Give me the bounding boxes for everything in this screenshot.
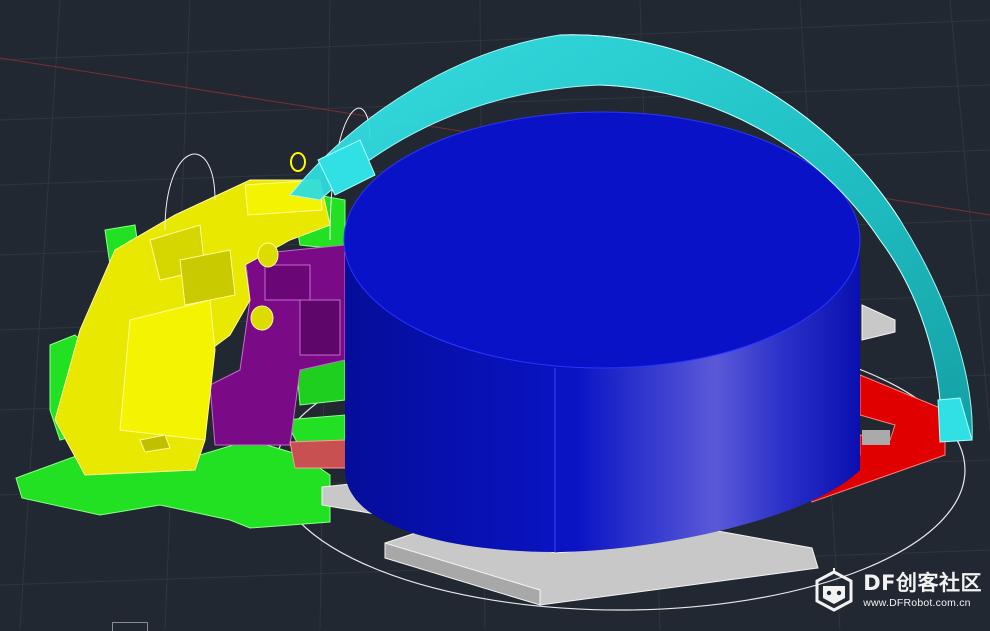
model-viewport[interactable] bbox=[0, 0, 990, 630]
watermark: DF创客社区 www.DFRobot.com.cn bbox=[811, 566, 982, 616]
watermark-url: www.DFRobot.com.cn bbox=[863, 597, 971, 610]
robot-logo-icon bbox=[815, 568, 853, 612]
cylinder-body[interactable] bbox=[343, 111, 861, 552]
watermark-title: DF创客社区 bbox=[863, 571, 982, 596]
